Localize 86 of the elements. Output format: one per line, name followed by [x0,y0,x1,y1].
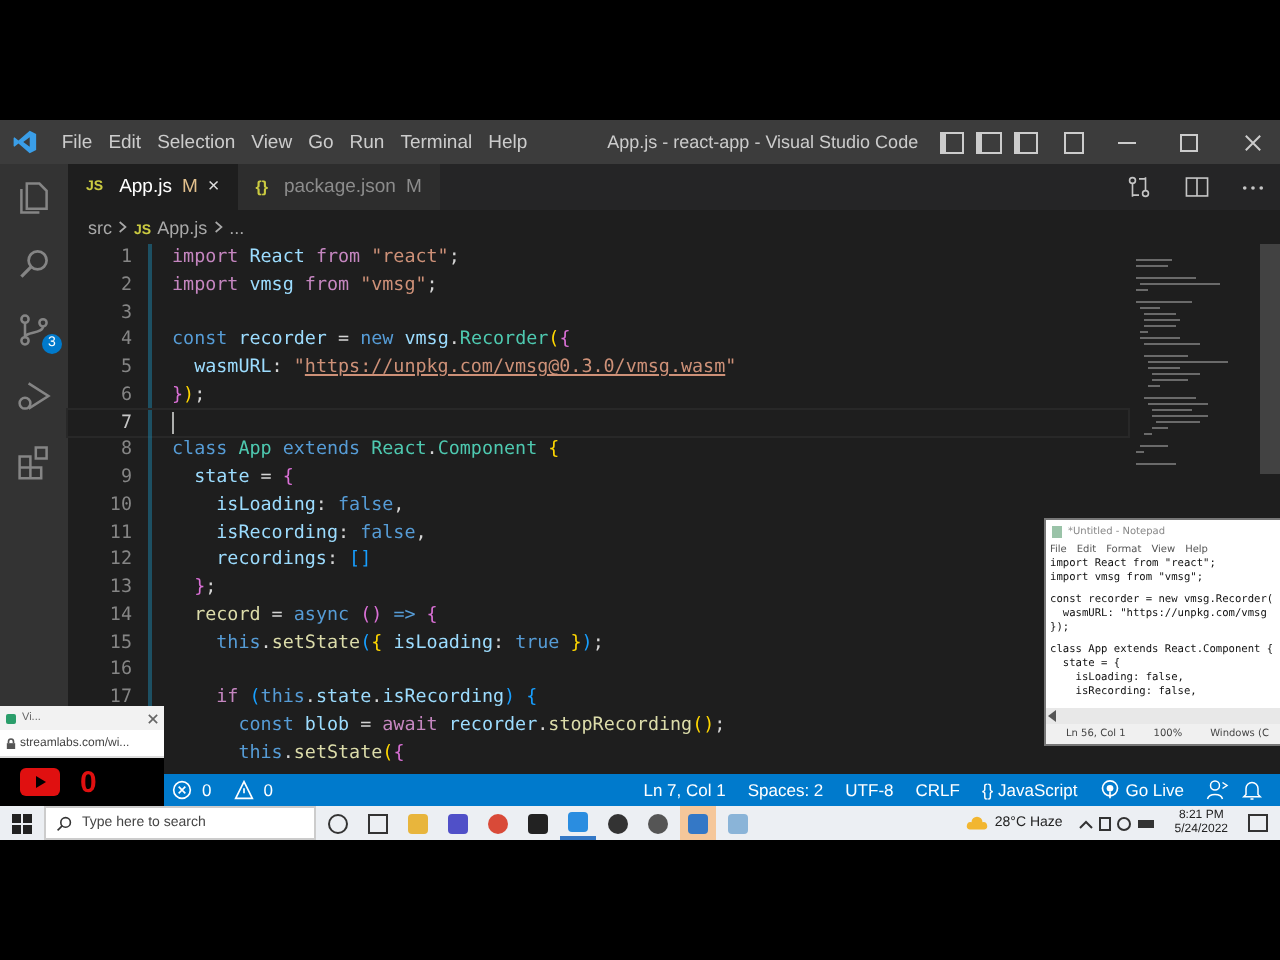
bell-icon[interactable] [1240,778,1264,802]
code-line: class App extends React.Component { [172,436,560,464]
compare-changes-icon[interactable] [1126,174,1152,200]
code-line: wasmURL: "https://unpkg.com/vmsg@0.3.0/vmsg.wasm" [192,354,737,382]
line-number: 6 [120,381,132,409]
scroll-left-icon[interactable] [1048,710,1056,722]
play-icon [20,768,60,796]
line-number: 3 [120,299,132,327]
source-control-icon[interactable] [16,312,52,348]
files-icon[interactable] [16,180,52,216]
more-actions-icon[interactable] [1242,183,1264,191]
search-icon[interactable] [16,246,52,282]
line-number: 13 [109,574,132,602]
search-icon [56,815,72,831]
status-item[interactable]: Spaces: 2 [747,780,824,800]
menu-item[interactable]: File [53,131,101,153]
favicon-icon [6,713,16,723]
code-line: import vmsg from "vmsg"; [172,271,438,299]
chevron-icon [118,220,128,234]
code-line: state = { [192,464,294,492]
broadcast-icon [1099,780,1120,800]
status-item[interactable]: Ln 7, Col 1 [643,780,726,800]
warning-count[interactable]: 0 [263,780,273,800]
layout-toggle-icon[interactable] [976,131,1002,153]
code-line: const blob = await recorder.stopRecording(); [236,711,726,739]
line-number: 11 [109,519,132,547]
menu-item[interactable]: Selection [149,131,244,153]
menu-item[interactable]: Help [480,131,536,153]
window-title: App.js - react-app - Visual Studio Code [607,132,919,152]
warning-icon [233,780,254,800]
lock-icon [6,737,16,749]
extensions-icon[interactable] [16,444,52,480]
line-number: 10 [109,491,132,519]
viewer-count: 0 [80,765,97,799]
chevron-icon [213,220,224,234]
code-line: record = async () => { [192,601,438,629]
language-mode[interactable]: {} JavaScript [981,780,1078,800]
system-tray-icon[interactable] [1078,815,1159,831]
notification-icon[interactable] [1248,814,1268,832]
run-debug-icon[interactable] [16,378,52,414]
code-line: isRecording: false, [214,519,427,547]
scrollbar[interactable] [1260,244,1280,474]
app-icon[interactable] [680,806,716,840]
line-number: 15 [109,629,132,657]
status-item[interactable]: CRLF [915,780,960,800]
menu-item[interactable]: Edit [100,131,150,153]
menu-item[interactable]: Go [300,131,342,153]
code-line: const recorder = new vmsg.Recorder({ [172,326,571,354]
feedback-icon[interactable] [1206,778,1230,802]
code-line: isLoading: false, [214,491,405,519]
line-number: 8 [120,436,132,464]
status-item[interactable]: UTF-8 [845,780,894,800]
code-line: }); [172,381,206,409]
line-number: 5 [120,354,132,382]
code-line: recordings: [] [214,546,372,574]
line-number: 16 [109,656,132,684]
layout-grid-icon[interactable] [1063,131,1085,153]
layout-toggle-icon[interactable] [1013,131,1038,153]
code-line: this.setState({ [236,739,405,767]
code-line: this.setState({ isLoading: true }); [214,629,604,657]
editor-tab[interactable]: {} package.json M [237,164,440,210]
line-number: 2 [120,271,132,299]
code-line: if (this.state.isRecording) { [214,684,538,712]
breadcrumb-item[interactable]: ... [229,217,245,237]
error-icon [172,780,192,800]
line-number: 7 [120,409,132,437]
line-number: 1 [120,244,132,272]
line-number: 9 [120,464,132,492]
code-line: import React from "react"; [172,244,460,272]
line-number: 4 [120,326,132,354]
split-editor-icon[interactable] [1184,174,1210,200]
breadcrumb-item[interactable]: src [88,217,112,237]
text-cursor [172,411,174,434]
menu-item[interactable]: Terminal [392,131,481,153]
line-number: 12 [109,546,132,574]
line-number: 17 [109,684,132,712]
go-live-button[interactable]: Go Live [1099,780,1184,800]
error-count[interactable]: 0 [202,780,212,800]
windows-start-icon[interactable] [12,813,32,833]
menu-item[interactable]: Run [341,131,393,153]
layout-toggle-icon[interactable] [940,131,965,153]
menu-item[interactable]: View [243,131,301,153]
code-line: }; [192,574,217,602]
code-logo-icon [12,128,38,156]
close-icon[interactable] [148,713,158,723]
line-number: 14 [109,601,132,629]
